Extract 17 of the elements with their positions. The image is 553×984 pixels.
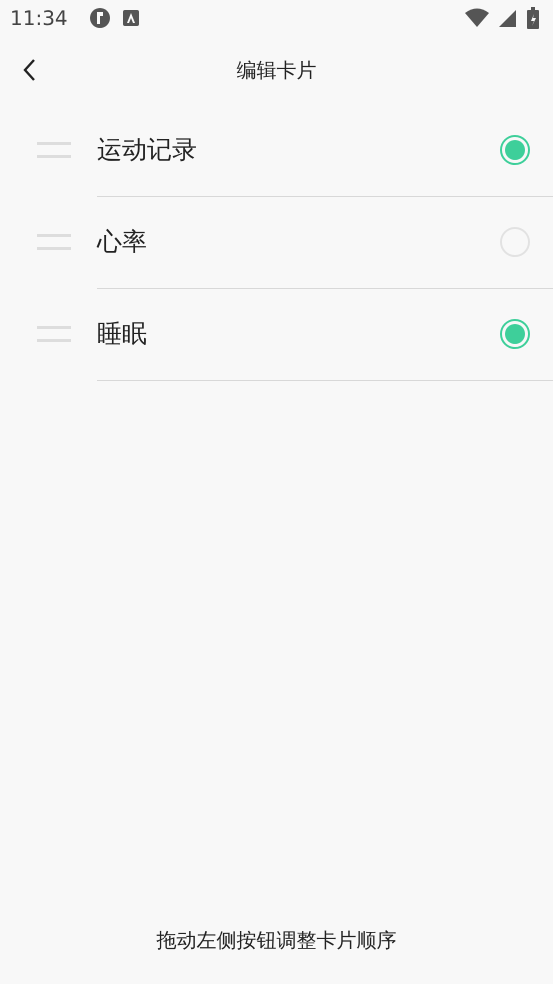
notification-icon	[88, 6, 112, 30]
signal-icon	[499, 8, 517, 28]
drag-handle-icon[interactable]	[37, 141, 71, 159]
drag-handle-icon[interactable]	[37, 325, 71, 343]
wifi-icon	[465, 8, 489, 28]
radio-button[interactable]	[500, 318, 530, 348]
back-icon	[22, 58, 36, 82]
drag-handle-icon[interactable]	[37, 233, 71, 251]
status-time: 11:34	[10, 6, 68, 30]
hint-text: 拖动左侧按钮调整卡片顺序	[156, 927, 398, 954]
battery-icon	[527, 7, 539, 29]
card-label: 运动记录	[97, 134, 198, 166]
page-title: 编辑卡片	[236, 56, 316, 84]
card-label: 心率	[97, 226, 148, 258]
card-label: 睡眠	[97, 318, 148, 350]
notification-icon	[122, 9, 140, 27]
radio-button[interactable]	[500, 134, 530, 164]
